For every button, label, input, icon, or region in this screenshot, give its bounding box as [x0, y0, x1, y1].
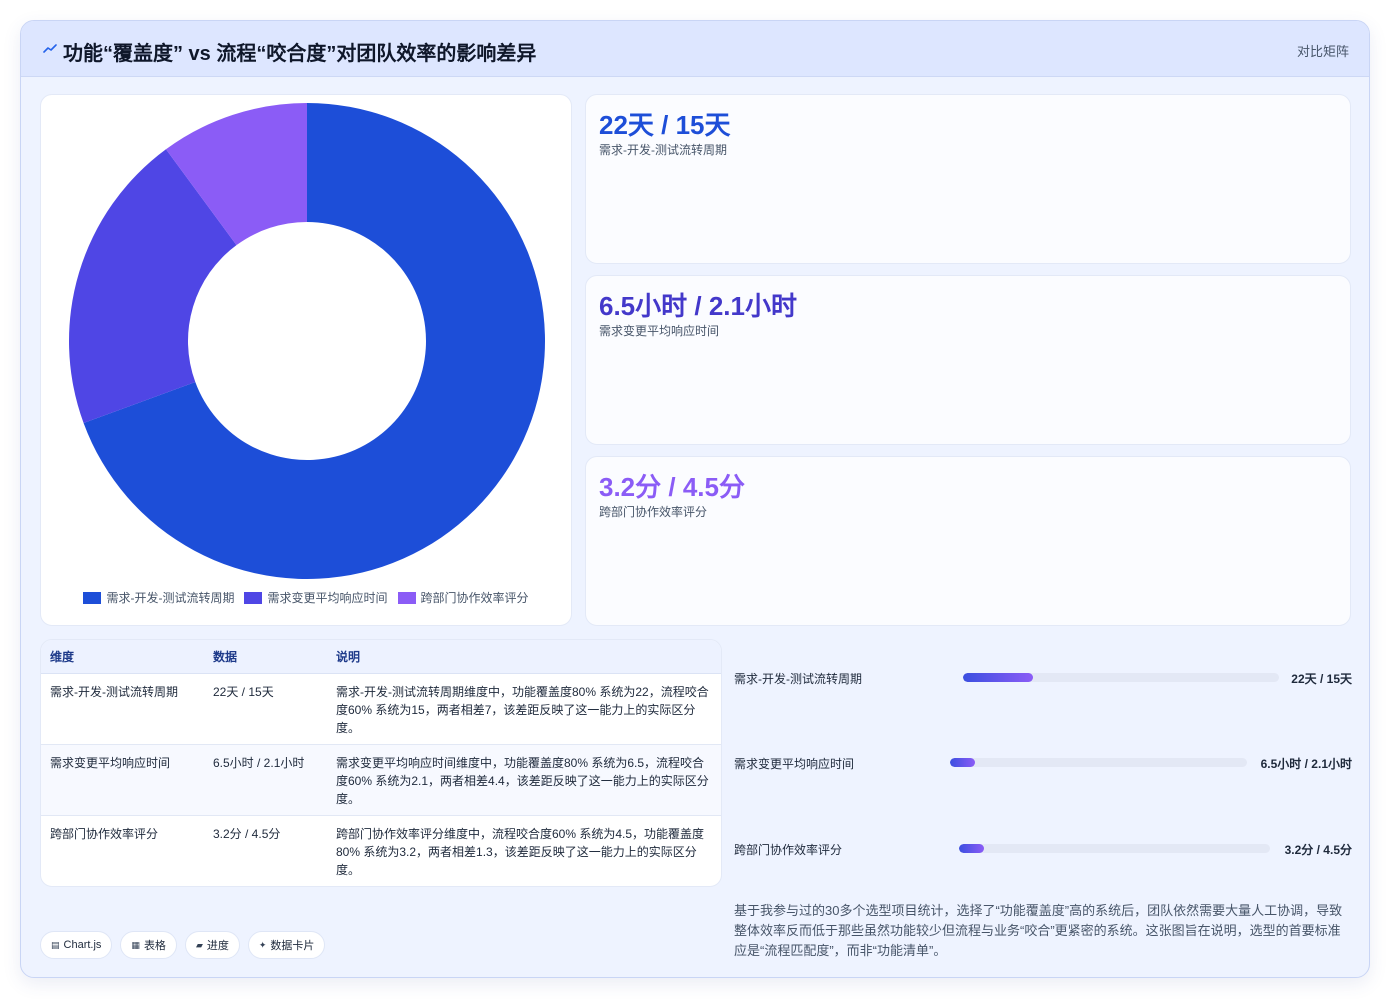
summary-text: 基于我参与过的30多个选型项目统计，选择了“功能覆盖度”高的系统后，团队依然需要…: [734, 903, 1343, 958]
cell-dimension: 需求-开发-测试流转周期: [41, 673, 204, 745]
column-header: 维度: [41, 640, 204, 674]
stat-label: 需求-开发-测试流转周期: [599, 143, 727, 157]
progress-row-cycle: 需求-开发-测试流转周期 22天 / 15天: [734, 666, 1352, 690]
cell-dimension: 需求变更平均响应时间: [41, 744, 204, 816]
table-row: 需求变更平均响应时间 6.5小时 / 2.1小时 需求变更平均响应时间维度中，功…: [41, 744, 721, 816]
chip-table[interactable]: ▦ 表格: [120, 931, 177, 959]
donut-chart: [69, 103, 545, 579]
legend-item-response[interactable]: 需求变更平均响应时间: [244, 589, 388, 606]
chip-chartjs[interactable]: ▤ Chart.js: [40, 931, 113, 959]
table-row: 跨部门协作效率评分 3.2分 / 4.5分 跨部门协作效率评分维度中，流程咬合度…: [41, 815, 721, 886]
card-header: 功能“覆盖度” vs 流程“咬合度”对团队效率的影响差异 对比矩阵: [21, 21, 1369, 77]
progress-row-collab: 跨部门协作效率评分 3.2分 / 4.5分: [734, 837, 1352, 861]
feature-chips: ▤ Chart.js ▦ 表格 ▰ 进度 ✦ 数据卡片: [40, 931, 326, 959]
column-header: 数据: [204, 640, 327, 674]
progress-fill: [950, 758, 976, 767]
progress-label: 需求-开发-测试流转周期: [734, 672, 862, 686]
chart-icon: ▤: [51, 939, 60, 950]
progress-track: [950, 758, 1247, 767]
progress-value: 3.2分 / 4.5分: [1284, 843, 1352, 857]
cell-data: 22天 / 15天: [204, 673, 327, 745]
stat-value: 3.2分 / 4.5分: [599, 472, 745, 502]
chip-datacard[interactable]: ✦ 数据卡片: [247, 931, 326, 959]
legend-swatch: [83, 591, 102, 604]
legend-label: 需求变更平均响应时间: [267, 591, 388, 605]
progress-row-response: 需求变更平均响应时间 6.5小时 / 2.1小时: [734, 751, 1352, 775]
stat-value: 6.5小时 / 2.1小时: [599, 291, 797, 321]
sparkle-icon: ✦: [258, 939, 267, 950]
data-table: 维度 数据 说明 需求-开发-测试流转周期 22天 / 15天 需求-开发-测试…: [41, 640, 721, 886]
header-tag: 对比矩阵: [1296, 44, 1349, 59]
data-table-panel: 维度 数据 说明 需求-开发-测试流转周期 22天 / 15天 需求-开发-测试…: [40, 639, 722, 887]
comparison-card: 功能“覆盖度” vs 流程“咬合度”对团队效率的影响差异 对比矩阵 需求-开发-…: [20, 20, 1370, 978]
cell-data: 3.2分 / 4.5分: [213, 826, 281, 841]
cell-dimension: 跨部门协作效率评分: [50, 826, 159, 841]
cell-note: 跨部门协作效率评分维度中，流程咬合度60% 系统为4.5，功能覆盖度80% 系统…: [336, 826, 705, 877]
cell-note: 需求-开发-测试流转周期维度中，功能覆盖度80% 系统为22，流程咬合度60% …: [327, 673, 721, 745]
cell-data: 6.5小时 / 2.1小时: [204, 744, 327, 816]
chip-label: 进度: [206, 940, 229, 952]
progress-track: [959, 844, 1270, 853]
stat-card-cycle: 22天 / 15天 需求-开发-测试流转周期: [585, 94, 1351, 264]
progress-fill: [963, 673, 1033, 682]
stat-card-collab: 3.2分 / 4.5分 跨部门协作效率评分: [585, 456, 1351, 626]
table-row: 需求-开发-测试流转周期 22天 / 15天 需求-开发-测试流转周期维度中，功…: [41, 673, 721, 745]
stat-card-response: 6.5小时 / 2.1小时 需求变更平均响应时间: [585, 275, 1351, 445]
donut-chart-panel: 需求-开发-测试流转周期 需求变更平均响应时间 跨部门协作效率评分: [40, 94, 572, 626]
stat-label: 跨部门协作效率评分: [599, 505, 708, 519]
progress-value: 22天 / 15天: [1291, 672, 1352, 686]
progress-track: [963, 673, 1279, 682]
legend-swatch: [244, 591, 263, 604]
column-header: 说明: [327, 640, 721, 674]
cell-note: 需求变更平均响应时间维度中，功能覆盖度80% 系统为6.5，流程咬合度60% 系…: [327, 744, 721, 816]
legend-label: 跨部门协作效率评分: [420, 591, 529, 605]
progress-label: 需求变更平均响应时间: [734, 757, 855, 771]
chip-label: Chart.js: [63, 939, 102, 951]
chip-label: 表格: [143, 940, 166, 952]
page-title: 功能“覆盖度” vs 流程“咬合度”对团队效率的影响差异: [63, 43, 537, 65]
legend-label: 需求-开发-测试流转周期: [106, 591, 235, 605]
stat-label: 需求变更平均响应时间: [599, 324, 720, 338]
legend-item-collab[interactable]: 跨部门协作效率评分: [397, 589, 529, 606]
chart-legend: 需求-开发-测试流转周期 需求变更平均响应时间 跨部门协作效率评分: [41, 589, 571, 606]
progress-fill: [959, 844, 984, 853]
chip-label: 数据卡片: [270, 940, 315, 952]
progress-label: 跨部门协作效率评分: [734, 843, 843, 857]
legend-item-cycle[interactable]: 需求-开发-测试流转周期: [83, 589, 234, 606]
trend-line-icon: [43, 44, 57, 53]
table-icon: ▦: [131, 939, 140, 950]
legend-swatch: [397, 591, 416, 604]
table-header-row: 维度 数据 说明: [41, 640, 721, 674]
progress-value: 6.5小时 / 2.1小时: [1260, 757, 1352, 771]
stat-value: 22天 / 15天: [599, 110, 731, 140]
progress-icon: ▰: [195, 939, 203, 950]
chip-progress[interactable]: ▰ 进度: [184, 931, 240, 959]
